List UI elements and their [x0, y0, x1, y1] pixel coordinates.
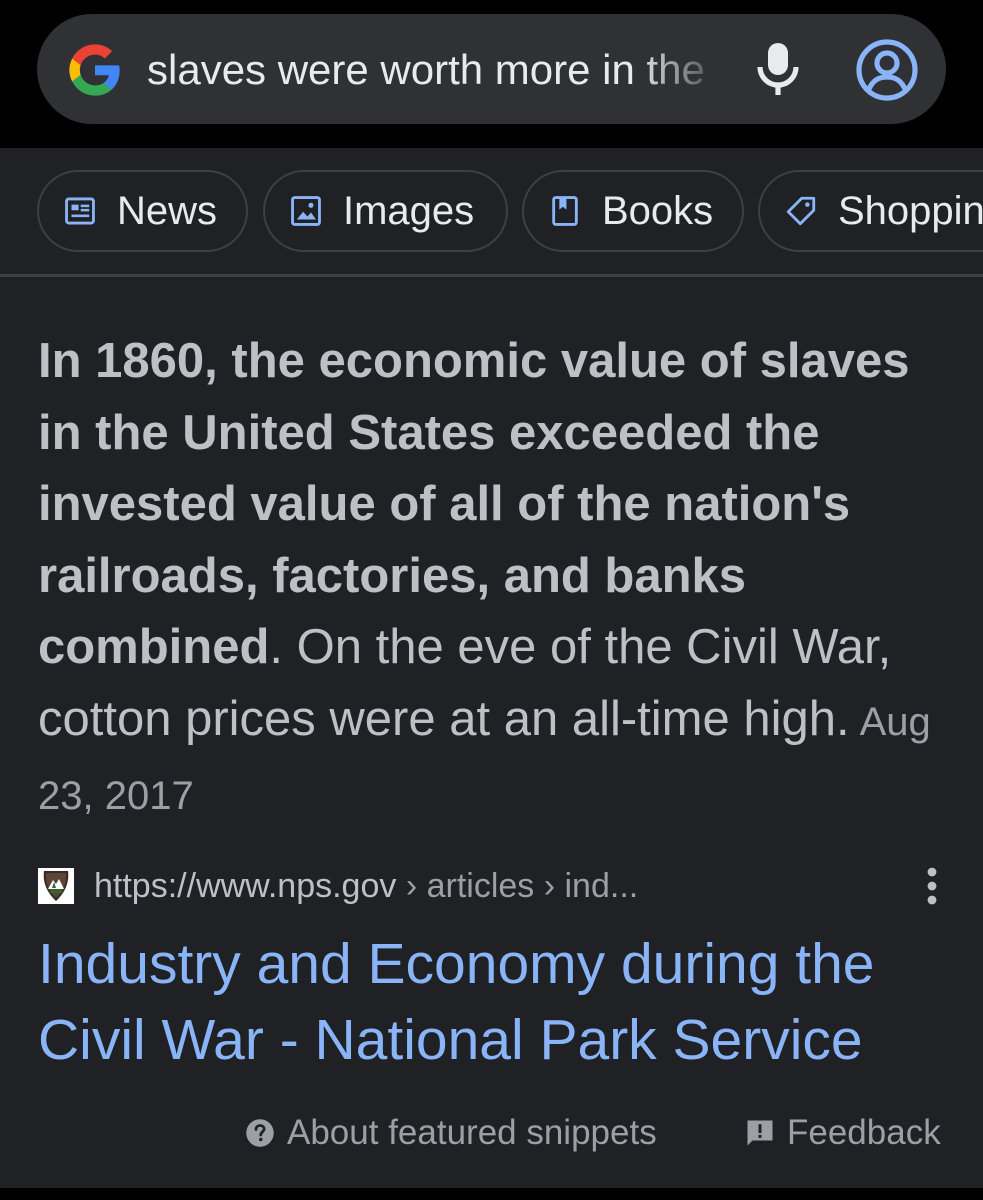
help-circle-icon [246, 1119, 274, 1147]
google-logo-icon[interactable] [67, 42, 123, 98]
feedback-icon [747, 1120, 773, 1146]
source-domain: https://www.nps.gov [94, 867, 397, 905]
search-query-text[interactable]: slaves were worth more in the [147, 40, 727, 100]
result-title-link[interactable]: Industry and Economy during the Civil Wa… [38, 926, 953, 1078]
nps-arrowhead-icon [38, 868, 74, 904]
source-path: › articles › ind... [396, 867, 639, 905]
source-row[interactable]: https://www.nps.gov › articles › ind... [38, 858, 948, 914]
more-options-icon[interactable] [918, 864, 946, 908]
chip-images[interactable]: Images [263, 170, 508, 252]
snippet-footer: About featured snippets Feedback [0, 1108, 983, 1158]
account-circle-icon[interactable] [855, 38, 919, 102]
book-icon [552, 196, 578, 226]
featured-snippet-text: In 1860, the economic value of slaves in… [38, 326, 953, 833]
about-featured-snippets-button[interactable]: About featured snippets [245, 1108, 657, 1158]
news-icon [65, 197, 95, 225]
chip-books[interactable]: Books [522, 170, 744, 252]
results-page: News Images Books Shopping I [0, 148, 983, 1200]
chip-label: Shopping [838, 188, 983, 233]
search-box[interactable]: slaves were worth more in the [37, 14, 946, 124]
mic-icon[interactable] [752, 41, 804, 97]
chip-shopping[interactable]: Shopping [758, 170, 983, 252]
image-icon [291, 196, 321, 226]
tag-icon [786, 196, 816, 226]
bottom-edge [0, 1188, 983, 1200]
chip-label: Books [602, 188, 714, 233]
search-filter-chips: News Images Books Shopping [0, 148, 983, 276]
chip-label: Images [343, 188, 475, 233]
about-label: About featured snippets [287, 1113, 657, 1152]
feedback-label: Feedback [787, 1113, 941, 1152]
source-url[interactable]: https://www.nps.gov › articles › ind... [94, 858, 638, 914]
chips-divider [0, 274, 983, 277]
chip-news[interactable]: News [37, 170, 248, 252]
search-header: slaves were worth more in the [0, 0, 983, 148]
feedback-button[interactable]: Feedback [745, 1108, 941, 1158]
chip-label: News [117, 188, 218, 233]
